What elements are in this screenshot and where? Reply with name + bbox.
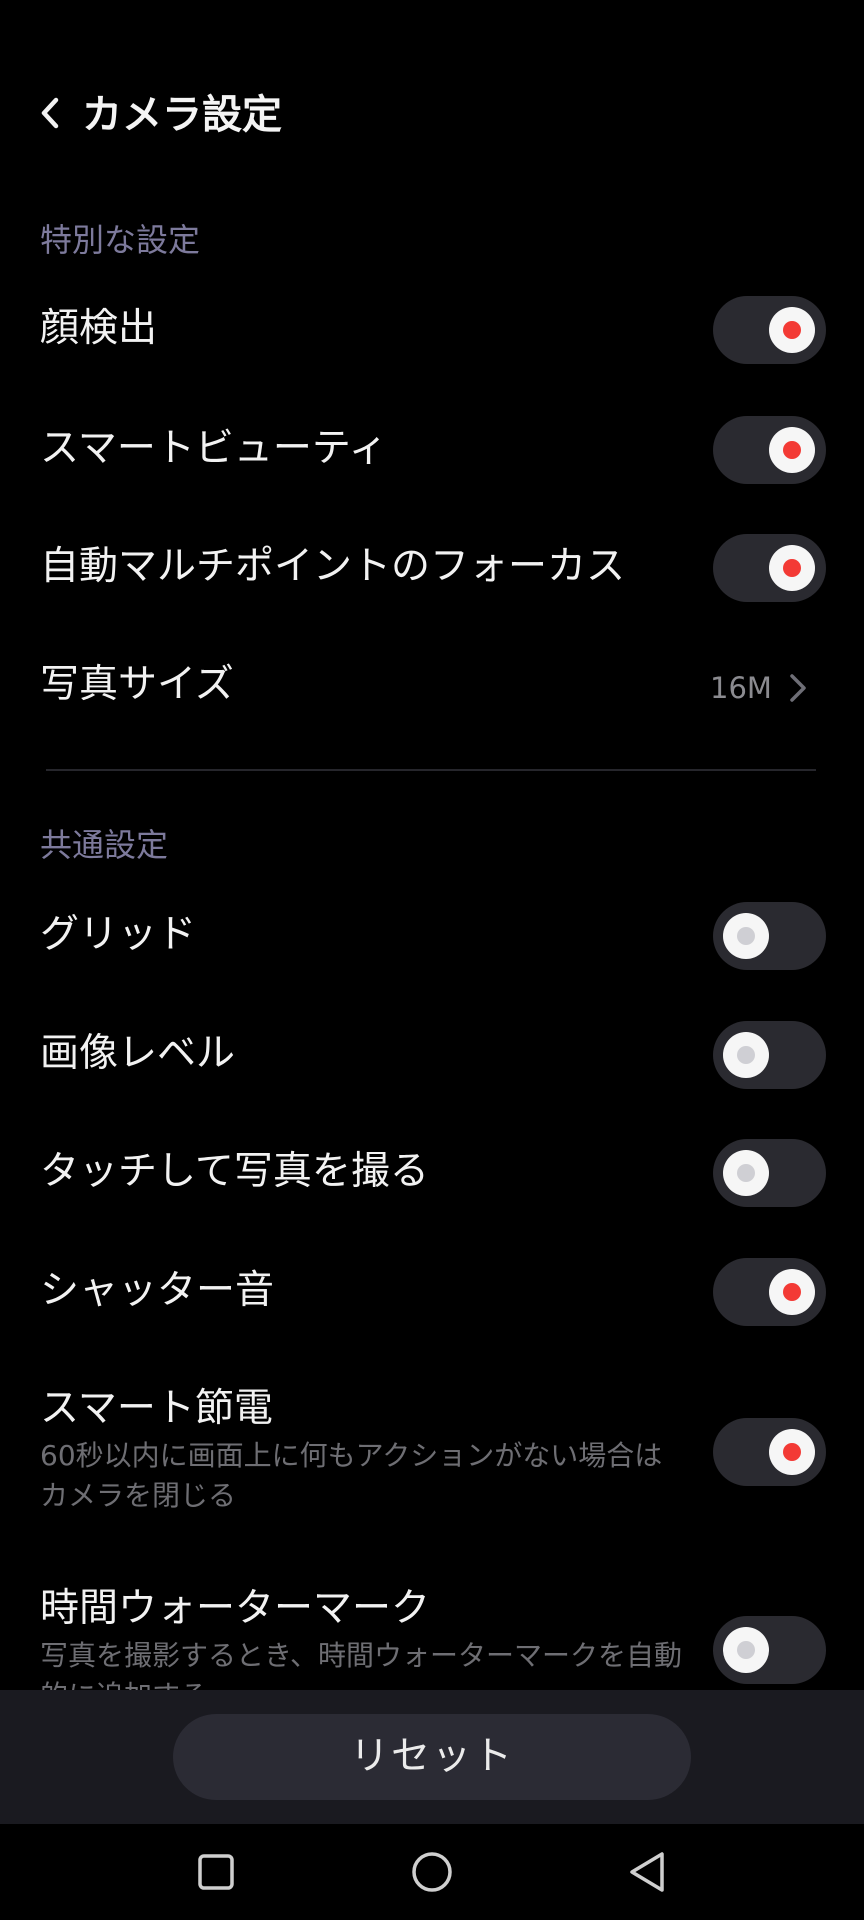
toggle-knob (769, 1429, 815, 1475)
setting-label: 自動マルチポイントのフォーカス (40, 544, 626, 589)
section-title-special: 特別な設定 (40, 221, 201, 259)
image-level-toggle[interactable] (713, 1021, 826, 1089)
circle-icon (412, 1852, 452, 1892)
grid-toggle[interactable] (713, 902, 826, 970)
system-nav-bar (0, 1824, 864, 1920)
reset-button[interactable]: リセット (173, 1714, 691, 1800)
shutter-sound-toggle[interactable] (713, 1258, 826, 1326)
photo-size-value: 16M (710, 671, 772, 705)
square-icon (198, 1854, 234, 1890)
toggle-knob (723, 1150, 769, 1196)
toggle-knob (769, 545, 815, 591)
smart-power-saving-toggle[interactable] (713, 1418, 826, 1486)
setting-row-smart-power-saving[interactable]: スマート節電 60秒以内に画面上に何もアクションがない場合はカメラを閉じる (0, 1386, 864, 1526)
toggle-knob (723, 1032, 769, 1078)
setting-row-smart-beauty[interactable]: スマートビューティ (0, 416, 864, 484)
toggle-knob (723, 913, 769, 959)
setting-label: スマートビューティ (40, 426, 388, 471)
setting-label: 時間ウォーターマーク (40, 1586, 431, 1631)
setting-row-shutter-sound[interactable]: シャッター音 (0, 1258, 864, 1326)
back-button[interactable] (26, 88, 76, 138)
setting-description: 60秒以内に画面上に何もアクションがない場合はカメラを閉じる (40, 1439, 663, 1512)
page-title: カメラ設定 (82, 92, 282, 138)
home-button[interactable] (402, 1842, 462, 1902)
setting-row-face-detection[interactable]: 顔検出 (0, 296, 864, 364)
setting-description: 写真を撮影するとき、時間ウォーターマークを自動的に追加する (40, 1639, 683, 1690)
setting-label: 写真サイズ (40, 662, 234, 707)
setting-label: 顔検出 (40, 306, 158, 351)
section-divider (46, 769, 816, 771)
setting-label: タッチして写真を撮る (40, 1149, 429, 1194)
face-detection-toggle[interactable] (713, 296, 826, 364)
setting-label: シャッター音 (40, 1268, 275, 1313)
setting-row-touch-capture[interactable]: タッチして写真を撮る (0, 1139, 864, 1207)
chevron-left-icon (41, 97, 59, 129)
time-watermark-toggle[interactable] (713, 1616, 826, 1684)
toggle-knob (769, 307, 815, 353)
chevron-right-icon (790, 674, 806, 702)
setting-label: スマート節電 (40, 1386, 273, 1431)
auto-multipoint-focus-toggle[interactable] (713, 534, 826, 602)
touch-capture-toggle[interactable] (713, 1139, 826, 1207)
toggle-knob (769, 1269, 815, 1315)
toggle-knob (769, 427, 815, 473)
setting-row-photo-size[interactable]: 写真サイズ 16M (0, 660, 864, 716)
setting-row-auto-multipoint-focus[interactable]: 自動マルチポイントのフォーカス (0, 534, 864, 602)
triangle-back-icon (630, 1852, 664, 1892)
smart-beauty-toggle[interactable] (713, 416, 826, 484)
setting-row-image-level[interactable]: 画像レベル (0, 1021, 864, 1089)
back-nav-button[interactable] (618, 1842, 678, 1902)
section-title-common: 共通設定 (40, 826, 169, 864)
header: カメラ設定 (0, 80, 864, 150)
recents-button[interactable] (186, 1842, 246, 1902)
setting-label: グリッド (40, 912, 197, 957)
toggle-knob (723, 1627, 769, 1673)
setting-row-time-watermark[interactable]: 時間ウォーターマーク 写真を撮影するとき、時間ウォーターマークを自動的に追加する (0, 1586, 864, 1690)
setting-row-grid[interactable]: グリッド (0, 902, 864, 970)
bottom-action-bar: リセット (0, 1690, 864, 1824)
setting-label: 画像レベル (40, 1031, 236, 1076)
